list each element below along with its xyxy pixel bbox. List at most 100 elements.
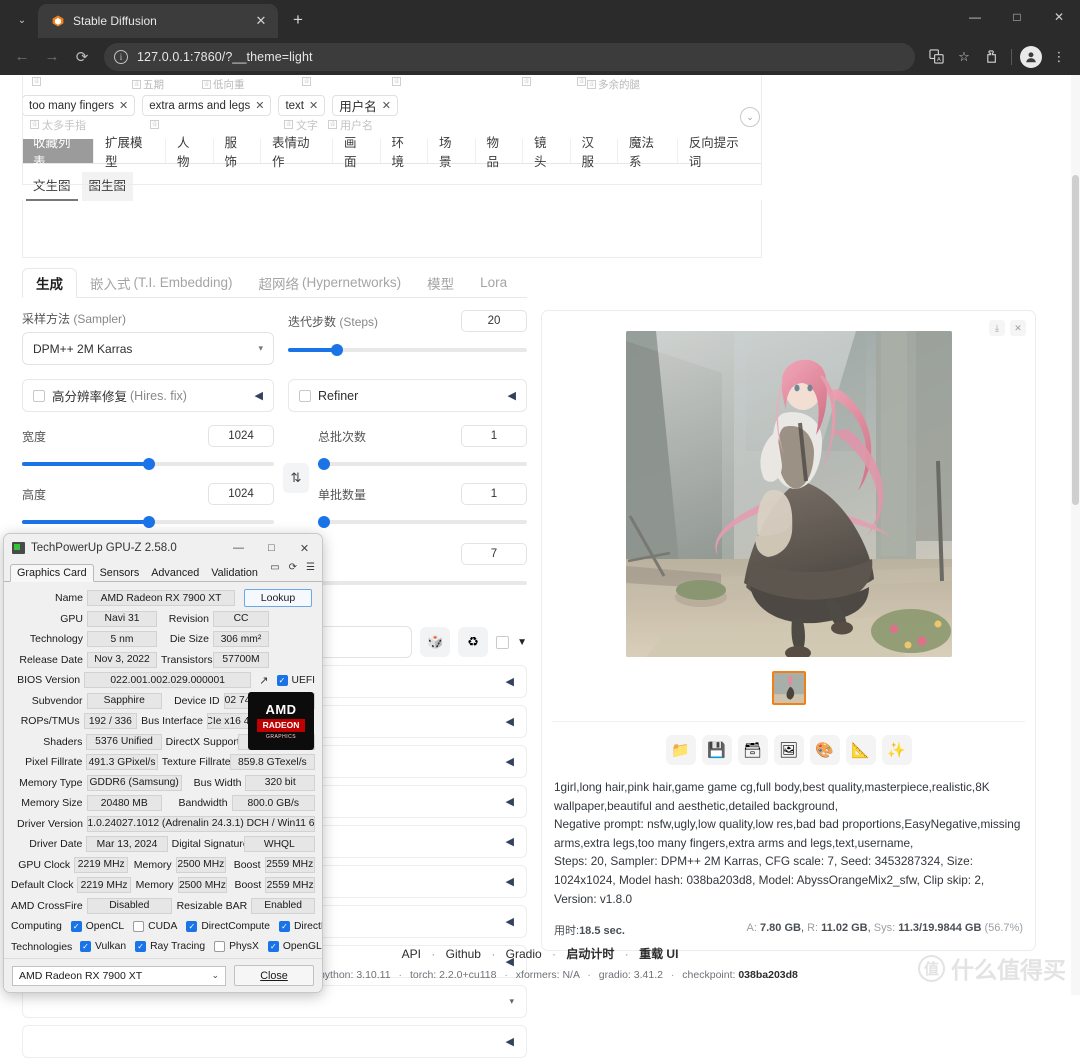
collapsed-accordion[interactable]: ◀ xyxy=(22,1025,527,1058)
gpuz-device-selector[interactable]: AMD Radeon RX 7900 XT ⌄ xyxy=(12,965,226,986)
window-minimize-button[interactable]: — xyxy=(954,0,996,34)
refiner-checkbox[interactable] xyxy=(299,389,311,402)
gpuz-directcompute-checkbox[interactable]: ✓ xyxy=(186,920,198,932)
open-folder-icon[interactable]: 📁 xyxy=(665,735,696,765)
batch-size-slider[interactable] xyxy=(318,514,527,530)
slider-knob[interactable] xyxy=(142,516,155,528)
batch-size-input[interactable]: 1 xyxy=(461,483,527,505)
prompt-tag-remove-icon[interactable]: ✕ xyxy=(119,99,128,112)
gallery-thumbnail[interactable] xyxy=(771,671,806,705)
seed-extra-caret-icon[interactable]: ▼ xyxy=(517,637,527,648)
tab-hypernetworks[interactable]: 超网络 (Hypernetworks) xyxy=(246,268,415,297)
slider-knob[interactable] xyxy=(142,458,155,470)
footer-link-reload-ui[interactable]: 重载 UI xyxy=(639,947,678,961)
send-to-img2img-icon[interactable]: 🖼 xyxy=(773,735,804,765)
width-slider[interactable] xyxy=(22,456,274,472)
gpuz-tech-raytracing[interactable]: ✓ Ray Tracing xyxy=(135,941,205,953)
extra-seed-checkbox[interactable] xyxy=(496,635,510,649)
gpuz-close-button[interactable]: ✕ xyxy=(291,536,318,560)
gpuz-minimize-button[interactable]: — xyxy=(225,536,252,560)
steps-slider[interactable] xyxy=(288,342,527,358)
cfg-number-input[interactable]: 7 xyxy=(461,543,527,565)
category-tab-negative[interactable]: 反向提示词 xyxy=(678,136,762,169)
gpuz-opengl-checkbox[interactable]: ✓ xyxy=(267,941,279,953)
window-close-button[interactable]: ✕ xyxy=(1038,0,1080,34)
collapse-panel-icon[interactable]: ⌄ xyxy=(740,107,760,127)
hires-fix-checkbox[interactable] xyxy=(33,389,45,402)
gpuz-maximize-button[interactable]: □ xyxy=(258,536,285,560)
width-number-input[interactable]: 1024 xyxy=(208,425,274,447)
category-tab-magic[interactable]: 魔法系 xyxy=(618,136,678,169)
height-number-input[interactable]: 1024 xyxy=(208,483,274,505)
prompt-tag[interactable]: too many fingers ✕ xyxy=(22,95,136,116)
tab-embedding[interactable]: 嵌入式 (T.I. Embedding) xyxy=(77,268,246,297)
category-tab-scene[interactable]: 场景 xyxy=(428,136,476,169)
height-slider[interactable] xyxy=(22,514,274,530)
expand-arrow-icon[interactable]: ◀ xyxy=(508,389,516,402)
gpuz-tab-advanced[interactable]: Advanced xyxy=(145,565,205,581)
reload-icon[interactable]: ⟳ xyxy=(68,43,96,71)
gpuz-cuda-checkbox[interactable] xyxy=(133,920,145,932)
random-seed-dice-icon[interactable]: 🎲 xyxy=(420,627,451,657)
sampler-select[interactable]: DPM++ 2M Karras ▾ xyxy=(22,332,274,365)
gpuz-tab-graphics-card[interactable]: Graphics Card xyxy=(10,564,94,582)
prompt-tag[interactable]: 用户名 ✕ xyxy=(332,95,398,116)
category-tab-hanfu[interactable]: 汉服 xyxy=(571,136,618,169)
gpuz-window[interactable]: TechPowerUp GPU-Z 2.58.0 — □ ✕ Graphics … xyxy=(3,533,323,993)
slider-knob[interactable] xyxy=(318,458,330,470)
back-icon[interactable]: ← xyxy=(8,43,36,71)
send-to-extras-icon[interactable]: 📐 xyxy=(845,735,876,765)
gpuz-tab-validation[interactable]: Validation xyxy=(205,565,264,581)
gpuz-opencl-checkbox[interactable]: ✓ xyxy=(70,920,82,932)
gpuz-tech-vulkan[interactable]: ✓ Vulkan xyxy=(80,941,126,953)
category-tab-extensions[interactable]: 扩展模型 xyxy=(94,136,166,169)
browser-tab[interactable]: Stable Diffusion ✕ xyxy=(38,4,278,38)
gpuz-physx-checkbox[interactable] xyxy=(214,941,226,953)
gpuz-directml-checkbox[interactable]: ✓ xyxy=(279,920,290,932)
category-tab-favorites[interactable]: 收藏列表 xyxy=(22,136,94,169)
gpuz-computing-directml[interactable]: ✓ DirectML xyxy=(279,920,322,932)
batch-count-input[interactable]: 1 xyxy=(461,425,527,447)
gpuz-menu-icon[interactable]: ☰ xyxy=(306,562,315,573)
category-tab-environment[interactable]: 环境 xyxy=(381,136,428,169)
extensions-icon[interactable] xyxy=(979,44,1005,70)
save-zip-icon[interactable]: 🗃 xyxy=(737,735,768,765)
bookmark-star-icon[interactable]: ☆ xyxy=(951,44,977,70)
gpuz-computing-cuda[interactable]: CUDA xyxy=(133,920,177,932)
window-maximize-button[interactable]: □ xyxy=(996,0,1038,34)
gpuz-raytracing-checkbox[interactable]: ✓ xyxy=(135,941,147,953)
reuse-seed-recycle-icon[interactable]: ♻ xyxy=(458,627,489,657)
refiner-accordion[interactable]: Refiner ◀ xyxy=(288,379,527,412)
profile-avatar[interactable] xyxy=(1018,44,1044,70)
tab-generate[interactable]: 生成 xyxy=(22,268,77,298)
slider-knob[interactable] xyxy=(318,516,330,528)
tab-lora[interactable]: Lora xyxy=(467,268,520,297)
gpuz-screenshot-icon[interactable]: ▭ xyxy=(270,562,279,573)
send-to-inpaint-icon[interactable]: 🎨 xyxy=(809,735,840,765)
gpuz-vulkan-checkbox[interactable]: ✓ xyxy=(80,941,91,953)
gpuz-computing-opencl[interactable]: ✓ OpenCL xyxy=(70,920,124,932)
tab-text-to-image[interactable]: 文生图 xyxy=(26,172,78,201)
scrollbar-thumb[interactable] xyxy=(1072,175,1079,505)
steps-number-input[interactable]: 20 xyxy=(461,310,527,332)
prompt-tag[interactable]: extra arms and legs ✕ xyxy=(142,95,272,116)
new-tab-button[interactable]: + xyxy=(284,6,312,34)
enhance-icon[interactable]: ✨ xyxy=(881,735,912,765)
footer-link-api[interactable]: API xyxy=(402,947,421,961)
category-tab-clothing[interactable]: 服饰 xyxy=(214,136,261,169)
tab-list-icon[interactable]: ⌄ xyxy=(8,6,36,34)
tab-close-icon[interactable]: ✕ xyxy=(252,13,270,29)
gpuz-refresh-icon[interactable]: ⟳ xyxy=(289,562,297,573)
browser-menu-icon[interactable]: ⋮ xyxy=(1046,44,1072,70)
site-info-icon[interactable]: i xyxy=(114,49,128,64)
gpuz-computing-directcompute[interactable]: ✓ DirectCompute xyxy=(186,920,270,932)
prompt-tag-remove-icon[interactable]: ✕ xyxy=(309,99,318,112)
tab-image-to-image[interactable]: 图生图 xyxy=(81,172,134,201)
expand-arrow-icon[interactable]: ◀ xyxy=(255,389,263,402)
category-tab-expressions[interactable]: 表情动作 xyxy=(261,136,333,169)
gpuz-close-action-button[interactable]: Close xyxy=(234,965,314,986)
category-tab-camera[interactable]: 镜头 xyxy=(523,136,571,169)
footer-link-gradio[interactable]: Gradio xyxy=(506,947,542,961)
prompt-tag-remove-icon[interactable]: ✕ xyxy=(382,99,391,112)
tab-models[interactable]: 模型 xyxy=(414,268,467,297)
